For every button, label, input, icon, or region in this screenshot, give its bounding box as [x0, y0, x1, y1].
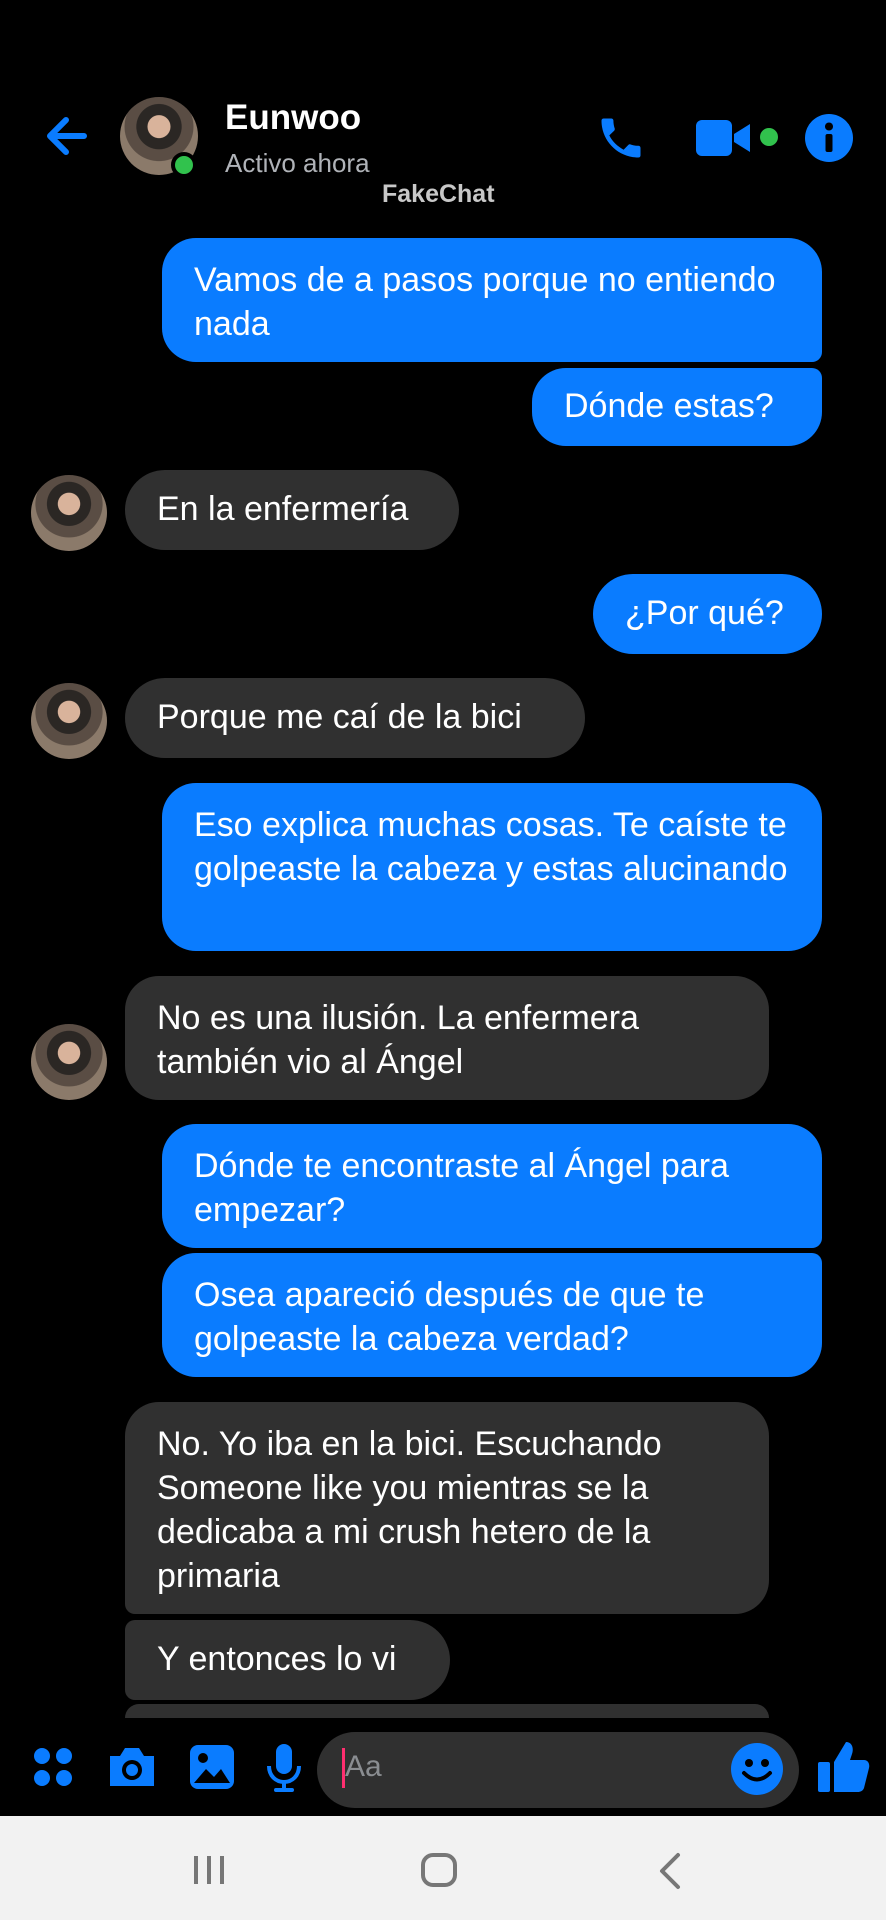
microphone-icon[interactable] [264, 1742, 304, 1799]
thumbs-up-icon[interactable] [818, 1740, 870, 1799]
message-bubble-incoming[interactable]: No. Yo iba en la bici. Escuchando Someon… [125, 1402, 769, 1614]
emoji-icon[interactable] [730, 1742, 784, 1801]
message-bubble-incoming[interactable]: Porque me caí de la bici [125, 678, 585, 758]
online-status-dot [171, 152, 197, 178]
watermark: FakeChat [382, 180, 495, 208]
message-bubble-outgoing[interactable]: Eso explica muchas cosas. Te caíste te g… [162, 783, 822, 951]
camera-icon[interactable] [106, 1744, 158, 1795]
back-icon[interactable] [656, 1852, 684, 1895]
message-bubble-outgoing[interactable]: Dónde te encontraste al Ángel para empez… [162, 1124, 822, 1248]
phone-icon[interactable] [595, 112, 647, 169]
gallery-icon[interactable] [188, 1743, 236, 1796]
message-bubble-outgoing[interactable]: Osea apareció después de que te golpeast… [162, 1253, 822, 1377]
message-input[interactable] [317, 1732, 799, 1808]
contact-avatar[interactable] [31, 475, 107, 551]
contact-status: Activo ahora [225, 148, 370, 178]
chat-header: Eunwoo Activo ahora [0, 0, 886, 210]
contact-avatar[interactable] [31, 683, 107, 759]
contact-name[interactable]: Eunwoo [225, 98, 361, 138]
message-text: En la enfermería [157, 490, 409, 528]
video-active-dot [760, 128, 778, 146]
menu-dots-icon[interactable] [32, 1746, 74, 1793]
message-text: No. Yo iba en la bici. Escuchando Someon… [157, 1425, 662, 1595]
contact-avatar[interactable] [31, 1024, 107, 1100]
message-bubble-outgoing[interactable]: Vamos de a pasos porque no entiendo nada [162, 238, 822, 362]
back-arrow-icon[interactable] [40, 108, 96, 164]
message-text: ¿Por qué? [625, 594, 784, 632]
message-text: Osea apareció después de que te golpeast… [194, 1276, 705, 1358]
message-text: No es una ilusión. La enfermera también … [157, 999, 639, 1081]
home-icon[interactable] [420, 1852, 458, 1893]
message-bubble-incoming[interactable]: Y entonces lo vi [125, 1620, 450, 1700]
info-icon[interactable] [804, 113, 854, 168]
message-text: Porque me caí de la bici [157, 698, 522, 736]
message-text: Vamos de a pasos porque no entiendo nada [194, 261, 776, 343]
message-text: Dónde te encontraste al Ángel para empez… [194, 1147, 729, 1229]
message-input-placeholder: Aa [345, 1750, 382, 1783]
partial-message-bottom [125, 1704, 769, 1718]
video-camera-icon[interactable] [696, 116, 756, 165]
message-text: Y entonces lo vi [157, 1640, 397, 1678]
recent-apps-icon[interactable] [192, 1854, 226, 1891]
message-bubble-incoming[interactable]: No es una ilusión. La enfermera también … [125, 976, 769, 1100]
message-bubble-outgoing[interactable]: Dónde estas? [532, 368, 822, 446]
message-text: Eso explica muchas cosas. Te caíste te g… [194, 806, 788, 888]
message-bubble-outgoing[interactable]: ¿Por qué? [593, 574, 822, 654]
system-navbar [0, 1816, 886, 1920]
message-bubble-incoming[interactable]: En la enfermería [125, 470, 459, 550]
message-text: Dónde estas? [564, 387, 774, 425]
